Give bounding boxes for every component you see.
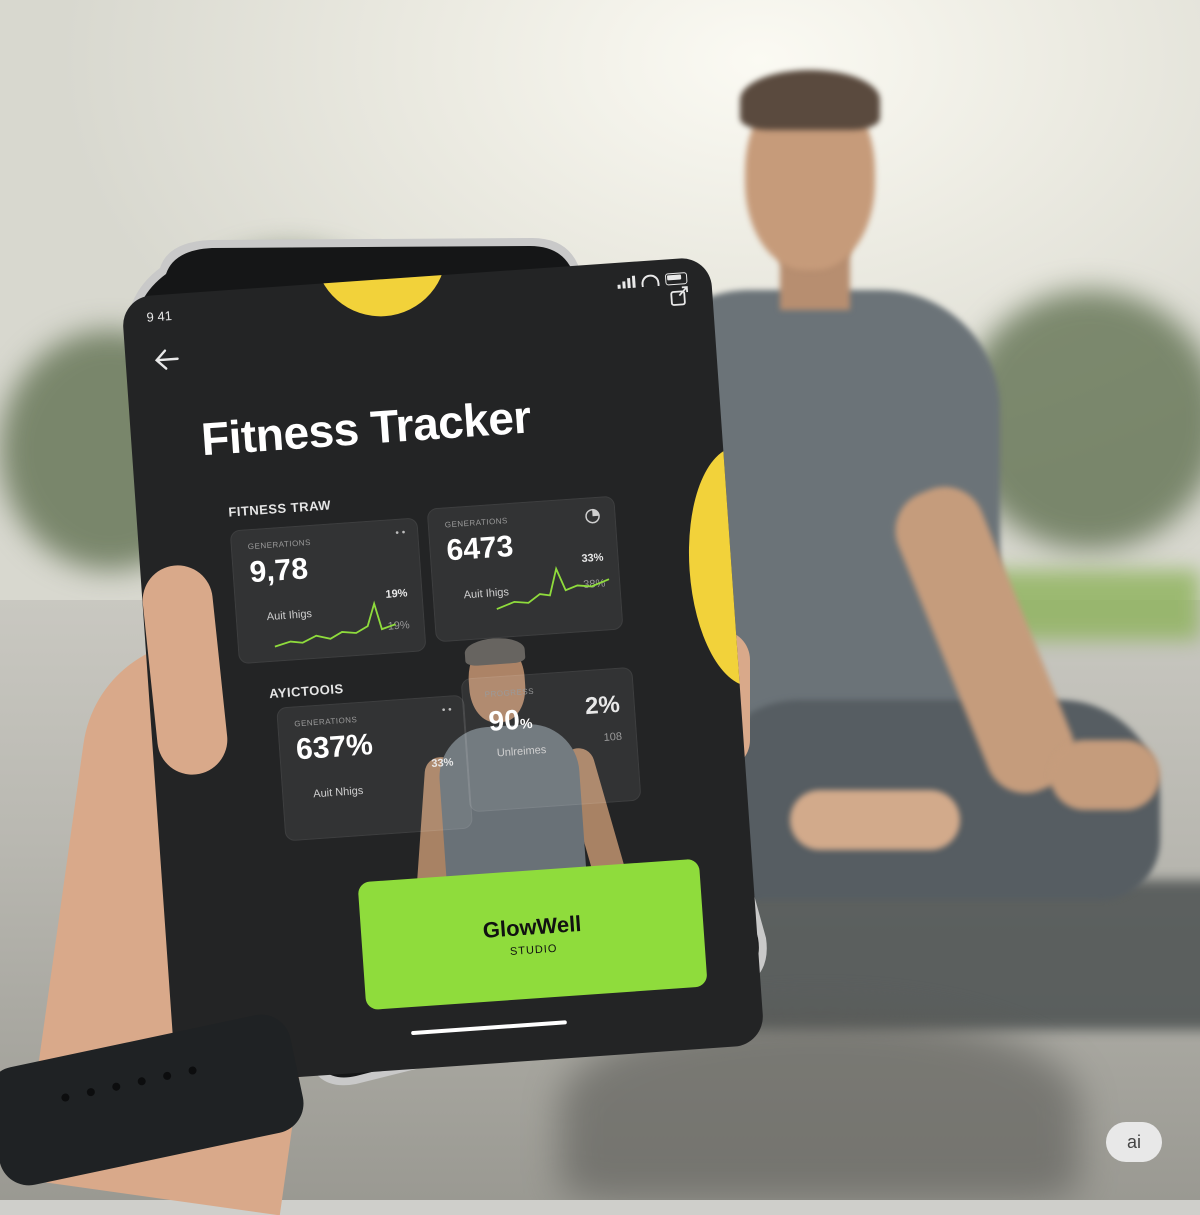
share-button[interactable] xyxy=(668,284,691,307)
card-percent: 2% xyxy=(584,690,621,721)
stat-card-steps[interactable]: GENERATIONS • • 9,78 Auit Ihigs 19% 19% xyxy=(229,517,427,665)
page-title: Fitness Tracker xyxy=(199,390,533,466)
arrow-left-icon xyxy=(154,349,179,370)
card-value: 6473 xyxy=(445,529,515,568)
sparkline-chart xyxy=(496,566,610,610)
card-subtitle: Unlreimes xyxy=(496,744,547,760)
pie-chart-icon xyxy=(585,508,600,524)
ai-badge[interactable]: ai xyxy=(1106,1122,1162,1162)
card-caption: GENERATIONS xyxy=(247,537,312,552)
back-button[interactable] xyxy=(149,343,185,375)
card-caption: GENERATIONS xyxy=(294,715,358,729)
sparkline-chart xyxy=(274,600,396,648)
card-caption: PROGRESS xyxy=(484,686,535,700)
status-time: 9 41 xyxy=(146,308,173,325)
stat-card-activity[interactable]: GENERATIONS • • 637% Auit Nhigs 33% xyxy=(276,694,474,842)
share-icon xyxy=(670,286,689,306)
card-value: 9,78 xyxy=(248,552,310,590)
card-menu-icon[interactable]: • • xyxy=(442,704,453,716)
card-subtitle: Auit Nhigs xyxy=(312,784,364,801)
stat-card-calories[interactable]: GENERATIONS 6473 Auit Ihigs 33% 38% xyxy=(426,495,624,643)
card-caption: GENERATIONS xyxy=(444,516,509,530)
person-foot xyxy=(790,790,960,850)
person-hand xyxy=(1050,740,1160,810)
card-percent: 33% xyxy=(431,756,454,771)
section-label-activities: AYICTOOIS xyxy=(268,680,345,702)
card-value: 637% xyxy=(294,728,374,767)
glowwell-studio-button[interactable]: GlowWell STUDIO xyxy=(357,858,708,1011)
signal-icon xyxy=(617,275,636,289)
card-percent-secondary: 108 xyxy=(603,730,623,744)
person-hair xyxy=(740,70,880,130)
section-label-fitness: FITNESS TRAW xyxy=(227,497,332,520)
stat-card-progress[interactable]: PROGRESS 90% Unlreimes 2% 108 xyxy=(460,666,642,813)
home-indicator[interactable] xyxy=(411,1020,567,1036)
card-value: 90% xyxy=(487,703,534,737)
card-menu-icon[interactable]: • • xyxy=(395,527,406,539)
wifi-icon xyxy=(640,273,660,288)
